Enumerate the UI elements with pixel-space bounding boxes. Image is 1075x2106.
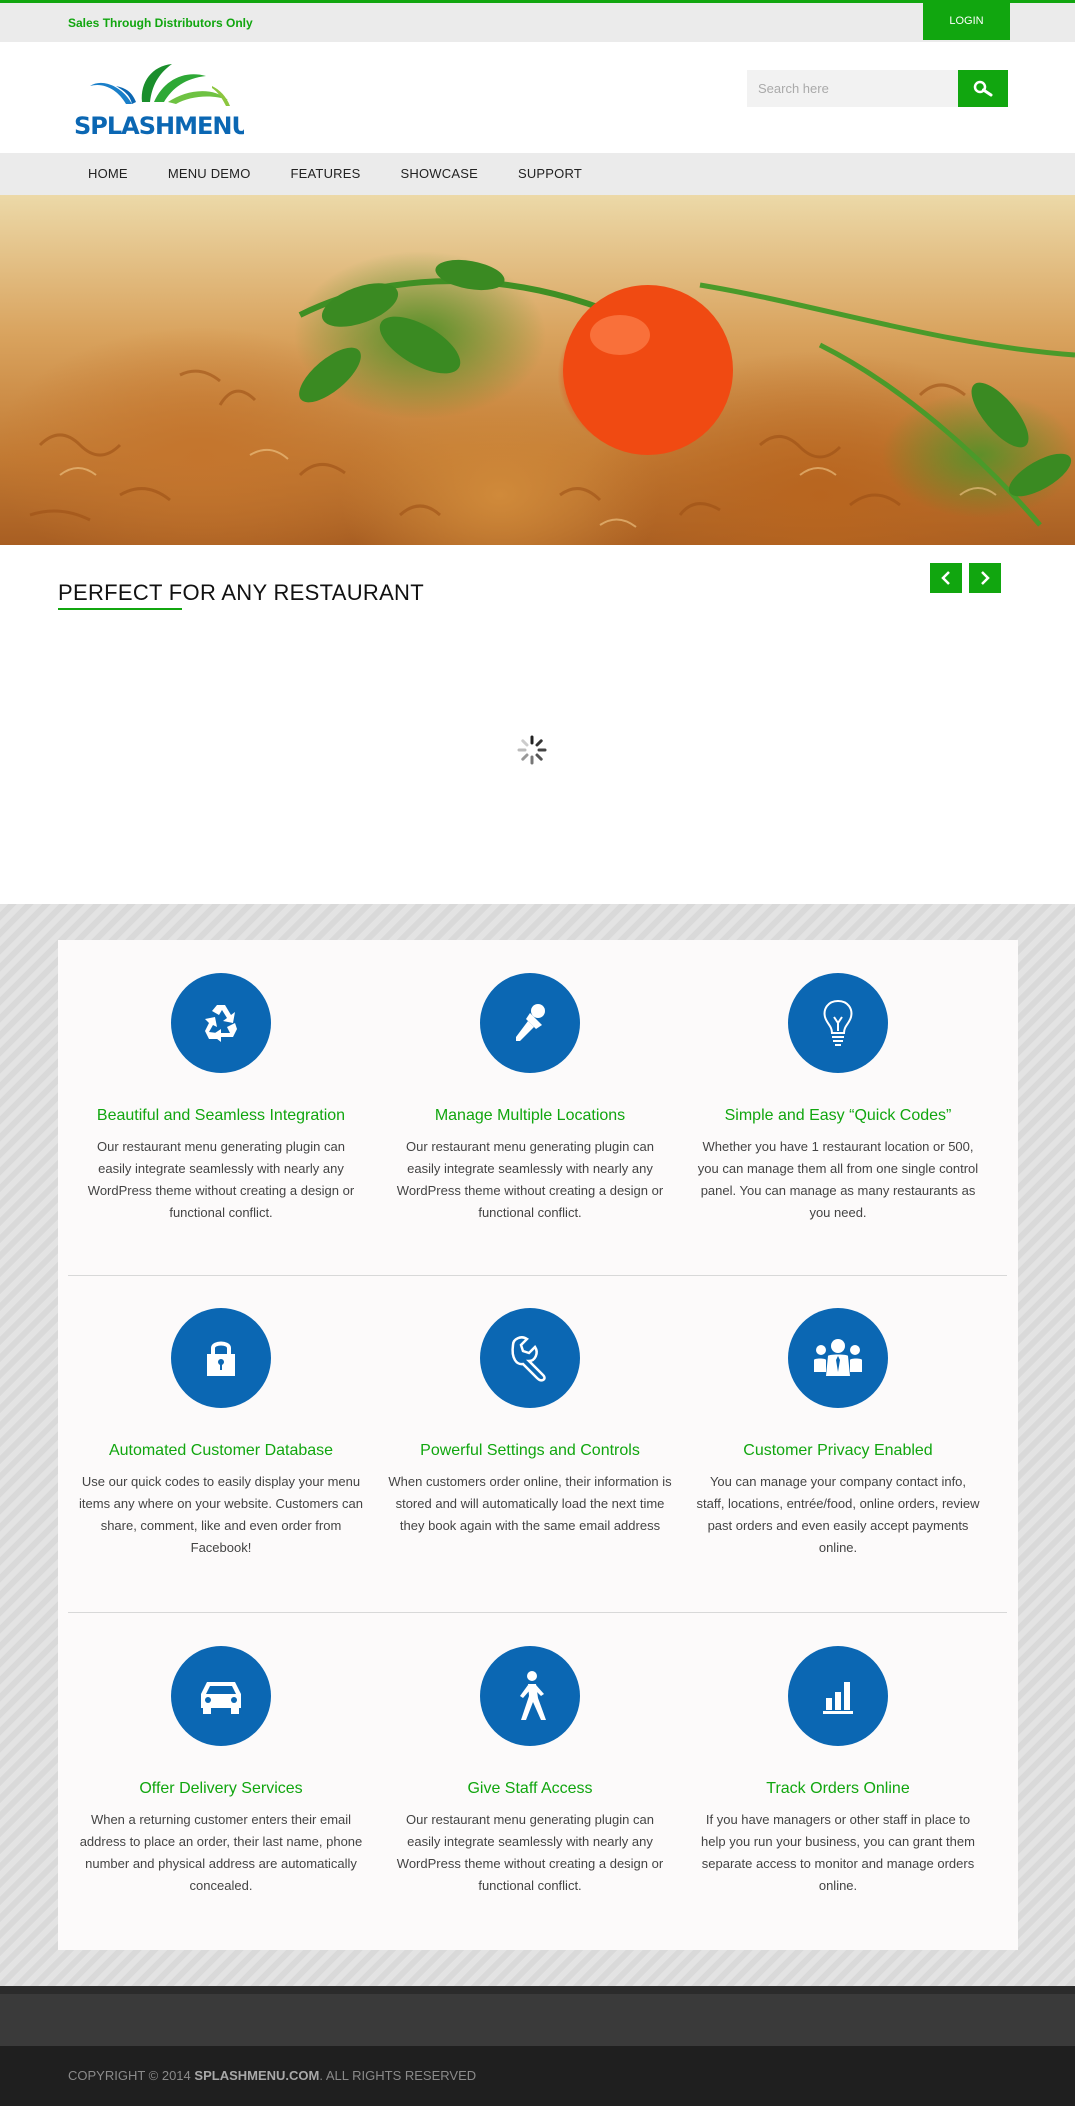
pushpin-icon	[516, 1004, 545, 1041]
feature-icon-circle	[480, 973, 580, 1073]
feature-icon-circle	[171, 1308, 271, 1408]
feature-item: Beautiful and Seamless Integration Our r…	[71, 973, 371, 1224]
feature-item: Customer Privacy Enabled You can manage …	[688, 1308, 988, 1559]
nav-item-home[interactable]: HOME	[68, 153, 148, 195]
feature-title: Powerful Settings and Controls	[420, 1442, 640, 1459]
feature-title: Automated Customer Database	[108, 1442, 334, 1459]
feature-description: When customers order online, their infor…	[388, 1474, 672, 1533]
car-icon	[201, 1682, 241, 1714]
bar-chart-icon	[823, 1682, 853, 1714]
feature-description: If you have managers or other staff in p…	[701, 1812, 975, 1893]
feature-icon-circle	[788, 973, 888, 1073]
walking-person-icon	[520, 1671, 546, 1720]
main-nav: HOME MENU DEMO FEATURES SHOWCASE SUPPORT	[0, 153, 1075, 195]
feature-description: Whether you have 1 restaurant location o…	[697, 1139, 979, 1220]
feature-description: Our restaurant menu generating plugin ca…	[396, 1812, 664, 1893]
feature-description: Our restaurant menu generating plugin ca…	[87, 1139, 355, 1220]
people-icon	[814, 1339, 862, 1376]
section-title: PERFECT FOR ANY RESTAURANT	[58, 580, 424, 605]
footer-widgets	[0, 1986, 1075, 2046]
copyright-suffix: . ALL RIGHTS RESERVED	[319, 2068, 477, 2083]
copyright-prefix: COPYRIGHT © 2014	[68, 2068, 191, 2083]
feature-title: Simple and Easy “Quick Codes”	[724, 1107, 952, 1124]
feature-item: Simple and Easy “Quick Codes” Whether yo…	[688, 973, 988, 1224]
feature-row-divider	[68, 1612, 1007, 1613]
nav-item-menu-demo[interactable]: MENU DEMO	[148, 153, 271, 195]
feature-row-divider	[68, 1275, 1007, 1276]
login-button[interactable]: LOGIN	[923, 3, 1010, 40]
search-button[interactable]	[958, 70, 1008, 107]
hero-illustration	[29, 259, 1075, 528]
copyright-text: COPYRIGHT © 2014 SPLASHMENU.COM. ALL RIG…	[68, 2068, 476, 2083]
feature-icon-circle	[171, 973, 271, 1073]
chevron-right-icon	[981, 571, 990, 585]
feature-title: Give Staff Access	[467, 1780, 593, 1797]
lock-icon	[207, 1341, 235, 1376]
feature-title: Offer Delivery Services	[139, 1780, 303, 1797]
feature-item: Automated Customer Database Use our quic…	[71, 1308, 371, 1559]
hero-food-image	[0, 195, 1075, 545]
footer-bottom: COPYRIGHT © 2014 SPLASHMENU.COM. ALL RIG…	[0, 2046, 1075, 2106]
feature-description: Our restaurant menu generating plugin ca…	[396, 1139, 664, 1220]
feature-item: Track Orders Online If you have managers…	[688, 1646, 988, 1897]
nav-item-features[interactable]: FEATURES	[271, 153, 381, 195]
site-link[interactable]: SPLASHMENU.COM	[194, 2068, 319, 2083]
feature-description: When a returning customer enters their e…	[79, 1812, 363, 1893]
loading-spinner-icon	[517, 735, 547, 765]
splashmenu-logo[interactable]: SPLASHMENU	[72, 56, 251, 140]
feature-description: You can manage your company contact info…	[696, 1474, 980, 1555]
slider-prev-button[interactable]	[930, 563, 962, 593]
distributor-tagline: Sales Through Distributors Only	[68, 16, 253, 30]
chevron-left-icon	[941, 571, 950, 585]
feature-icon-circle	[171, 1646, 271, 1746]
feature-icon-circle	[788, 1308, 888, 1408]
recycle-icon	[205, 1005, 237, 1042]
feature-title: Customer Privacy Enabled	[743, 1442, 933, 1459]
feature-icon-circle	[480, 1646, 580, 1746]
lightbulb-icon	[823, 999, 853, 1046]
search-icon	[973, 80, 993, 96]
site-header: SPLASHMENU	[0, 42, 1075, 153]
feature-item: Give Staff Access Our restaurant menu ge…	[380, 1646, 680, 1897]
nav-item-support[interactable]: SUPPORT	[498, 153, 602, 195]
feature-item: Offer Delivery Services When a returning…	[71, 1646, 371, 1897]
title-underline	[58, 608, 182, 610]
feature-title: Manage Multiple Locations	[434, 1107, 626, 1124]
feature-title: Beautiful and Seamless Integration	[96, 1107, 346, 1124]
search-input[interactable]	[747, 70, 959, 107]
feature-item: Manage Multiple Locations Our restaurant…	[380, 973, 680, 1224]
logo-graphic: SPLASHMENU	[74, 64, 251, 140]
feature-icon-circle	[480, 1308, 580, 1408]
svg-text:SPLASHMENU: SPLASHMENU	[74, 112, 244, 138]
top-bar: Sales Through Distributors Only LOGIN	[0, 0, 1075, 42]
nav-item-showcase[interactable]: SHOWCASE	[381, 153, 498, 195]
feature-description: Use our quick codes to easily display yo…	[79, 1474, 363, 1555]
slider-next-button[interactable]	[969, 563, 1001, 593]
feature-item: Powerful Settings and Controls When cust…	[380, 1308, 680, 1537]
search-box	[747, 70, 1008, 107]
feature-title: Track Orders Online	[766, 1780, 910, 1797]
feature-icon-circle	[788, 1646, 888, 1746]
wrench-icon	[511, 1336, 546, 1382]
